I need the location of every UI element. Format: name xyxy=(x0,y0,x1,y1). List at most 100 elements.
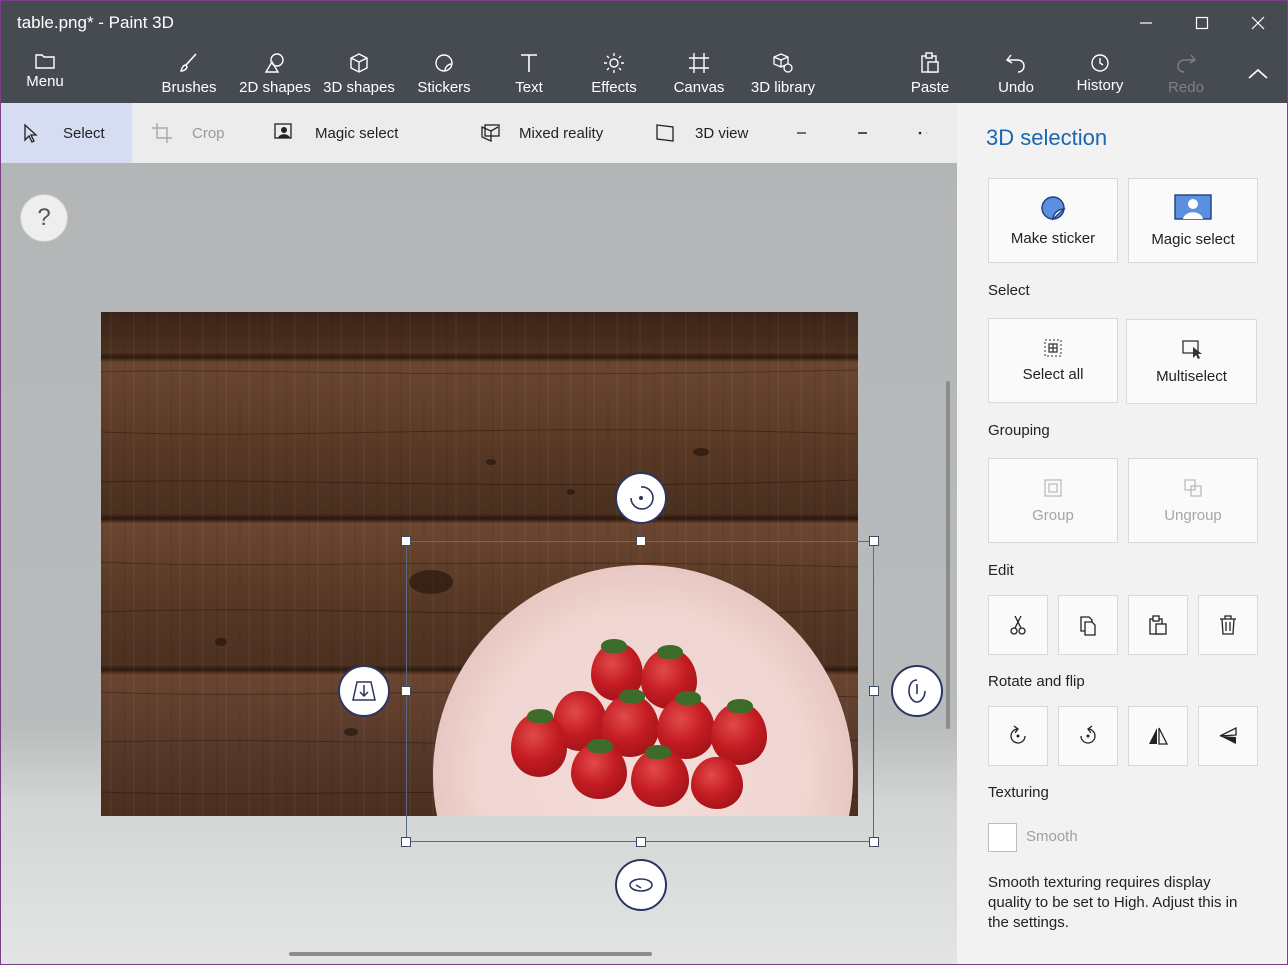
mixed-reality-icon xyxy=(481,124,500,143)
copy-button[interactable] xyxy=(1058,595,1118,655)
smooth-checkbox[interactable] xyxy=(988,823,1017,852)
canvas-area[interactable]: ? xyxy=(1,163,957,964)
brushes-label: Brushes xyxy=(161,79,217,96)
resize-handle-bottom-right[interactable] xyxy=(869,837,879,847)
rotate-icon xyxy=(630,486,654,510)
select-all-icon xyxy=(1044,339,1062,357)
flip-vertical-button[interactable] xyxy=(1198,706,1258,766)
minimize-icon xyxy=(1140,22,1152,24)
ungroup-icon xyxy=(1184,479,1202,497)
resize-handle-left[interactable] xyxy=(401,686,411,696)
window-title: table.png* - Paint 3D xyxy=(17,13,174,32)
crop-icon xyxy=(152,123,172,143)
grouping-heading: Grouping xyxy=(988,422,1050,439)
stickers-button[interactable]: Stickers xyxy=(414,45,474,103)
rotate-x-gizmo[interactable] xyxy=(615,472,667,524)
canvas-label: Canvas xyxy=(673,79,725,96)
paste-icon xyxy=(1149,615,1167,635)
mixed-reality-tool[interactable]: Mixed reality xyxy=(479,103,629,163)
3d-view-tool[interactable]: 3D view xyxy=(655,103,765,163)
resize-handle-bottom[interactable] xyxy=(636,837,646,847)
select-tool[interactable]: Select xyxy=(1,103,132,163)
resize-handle-top-left[interactable] xyxy=(401,536,411,546)
resize-handle-bottom-left[interactable] xyxy=(401,837,411,847)
crop-tool[interactable]: Crop xyxy=(151,103,241,163)
edit-heading: Edit xyxy=(988,562,1014,579)
magic-select-button[interactable]: Magic select xyxy=(1128,178,1258,263)
make-sticker-label: Make sticker xyxy=(1010,230,1096,247)
undo-button[interactable]: Undo xyxy=(991,45,1041,103)
sun-icon xyxy=(604,53,624,73)
smooth-label: Smooth xyxy=(1026,828,1078,845)
group-label: Group xyxy=(1032,507,1074,524)
selection-box[interactable] xyxy=(406,541,874,842)
smooth-texturing-note: Smooth texturing requires display qualit… xyxy=(988,874,1238,931)
effects-button[interactable]: Effects xyxy=(584,45,644,103)
2d-shapes-button[interactable]: 2D shapes xyxy=(239,45,311,103)
text-button[interactable]: Text xyxy=(504,45,554,103)
magic-select-panel-label: Magic select xyxy=(1151,231,1235,248)
collapse-ribbon-button[interactable] xyxy=(1241,45,1275,103)
flip-horizontal-button[interactable] xyxy=(1128,706,1188,766)
undo-label: Undo xyxy=(998,79,1034,96)
delete-button[interactable] xyxy=(1198,595,1258,655)
resize-handle-top[interactable] xyxy=(636,536,646,546)
rotate-right-button[interactable] xyxy=(1058,706,1118,766)
text-icon xyxy=(521,54,537,72)
close-button[interactable] xyxy=(1230,1,1286,45)
paste-button-panel[interactable] xyxy=(1128,595,1188,655)
brushes-button[interactable]: Brushes xyxy=(159,45,219,103)
menu-button[interactable]: Menu xyxy=(17,45,73,103)
rotate-z-gizmo[interactable] xyxy=(615,859,667,911)
effects-label: Effects xyxy=(591,79,637,96)
trash-icon xyxy=(1220,615,1236,635)
undo-icon xyxy=(1005,54,1025,73)
copy-icon xyxy=(1080,616,1096,636)
maximize-button[interactable] xyxy=(1174,1,1230,45)
resize-handle-top-right[interactable] xyxy=(869,536,879,546)
horizontal-scrollbar[interactable] xyxy=(289,952,652,956)
history-button[interactable]: History xyxy=(1072,45,1128,103)
rotate-y-gizmo[interactable] xyxy=(891,665,943,717)
menu-label: Menu xyxy=(26,73,64,90)
cursor-icon xyxy=(24,123,38,143)
sticker-icon xyxy=(435,54,453,72)
canvas-button[interactable]: Canvas xyxy=(671,45,727,103)
cube-icon xyxy=(350,53,368,73)
redo-button[interactable]: Redo xyxy=(1161,45,1211,103)
ungroup-button[interactable]: Ungroup xyxy=(1128,458,1258,543)
zoom-in-button[interactable] xyxy=(857,103,881,163)
group-button[interactable]: Group xyxy=(988,458,1118,543)
magic-select-tool[interactable]: Magic select xyxy=(273,103,423,163)
rotate-flip-heading: Rotate and flip xyxy=(988,673,1085,690)
texturing-heading: Texturing xyxy=(988,784,1049,801)
3d-library-button[interactable]: 3D library xyxy=(747,45,819,103)
help-button[interactable]: ? xyxy=(20,194,68,242)
select-tool-label: Select xyxy=(63,124,105,142)
paste-button[interactable]: Paste xyxy=(905,45,955,103)
make-sticker-button[interactable]: Make sticker xyxy=(988,178,1118,263)
cut-button[interactable] xyxy=(988,595,1048,655)
resize-handle-right[interactable] xyxy=(869,686,879,696)
vertical-scrollbar[interactable] xyxy=(946,381,950,729)
sticker-icon xyxy=(1041,196,1066,221)
depth-gizmo[interactable] xyxy=(338,665,390,717)
multiselect-button[interactable]: Multiselect xyxy=(1126,319,1257,404)
minimize-button[interactable] xyxy=(1118,1,1174,45)
more-options-button[interactable] xyxy=(917,103,941,163)
redo-icon xyxy=(1177,54,1197,73)
tool-options-bar: Select Crop Magic select Mixed reality 3… xyxy=(1,103,957,163)
3d-library-icon xyxy=(773,53,793,73)
3d-view-icon xyxy=(656,124,674,142)
magic-select-tool-label: Magic select xyxy=(315,124,399,142)
rotate-left-button[interactable] xyxy=(988,706,1048,766)
select-all-button[interactable]: Select all xyxy=(988,318,1118,403)
group-icon xyxy=(1044,479,1062,497)
paste-label: Paste xyxy=(910,79,950,96)
zoom-out-button[interactable] xyxy=(796,103,820,163)
paint3d-window: table.png* - Paint 3D Menu Brushes 2D sh… xyxy=(0,0,1288,965)
magic-select-icon xyxy=(1174,194,1212,220)
3d-shapes-button[interactable]: 3D shapes xyxy=(323,45,395,103)
ellipsis-icon xyxy=(918,131,927,135)
close-icon xyxy=(1251,16,1265,30)
